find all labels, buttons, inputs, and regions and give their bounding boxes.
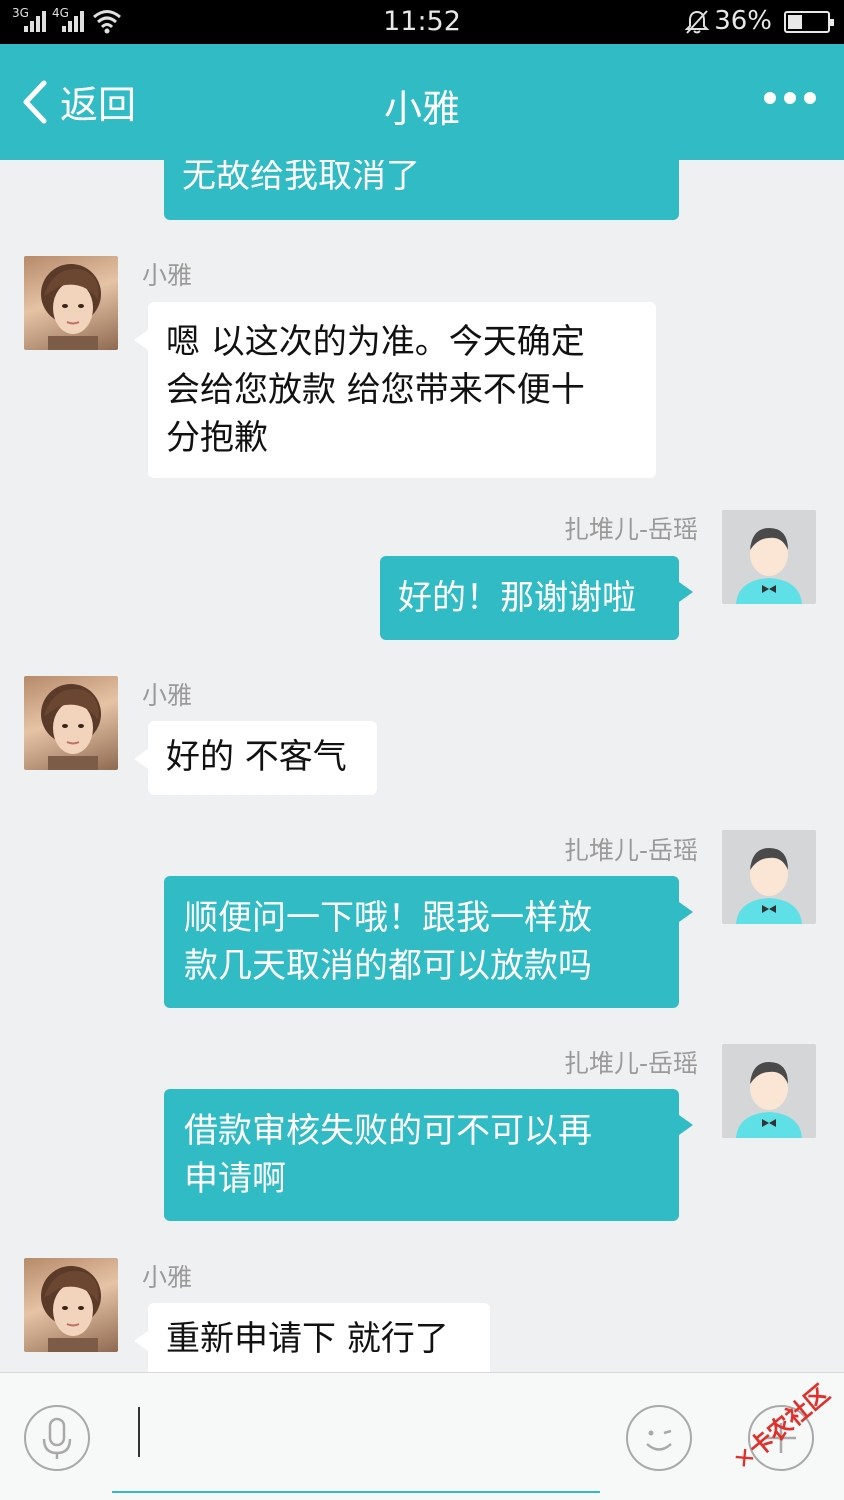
text-cursor — [138, 1407, 140, 1457]
input-bar — [0, 1372, 844, 1500]
avatar-contact[interactable] — [24, 256, 118, 350]
chat-area[interactable]: 无故给我取消了 小雅 嗯 以这次的为准。今天确定 会给您放款 给您带来不便十 分… — [0, 160, 844, 1372]
sender-name: 扎堆儿-岳瑶 — [563, 1049, 698, 1078]
message-bubble[interactable]: 嗯 以这次的为准。今天确定 会给您放款 给您带来不便十 分抱歉 — [134, 302, 656, 478]
message-line: 会给您放款 给您带来不便十 — [166, 370, 585, 410]
message-bubble[interactable]: 好的！那谢谢啦 — [380, 556, 693, 640]
page-title: 小雅 — [383, 87, 460, 131]
message-line: 好的！那谢谢啦 — [398, 578, 636, 618]
battery-percent: 36% — [714, 6, 772, 36]
message-line: 申请啊 — [184, 1159, 286, 1199]
message-bubble[interactable]: 好的 不客气 — [134, 721, 377, 795]
message-line: 嗯 以这次的为准。今天确定 — [166, 322, 585, 362]
avatar-self[interactable] — [722, 510, 816, 604]
message-bubble[interactable]: 顺便问一下哦！跟我一样放 款几天取消的都可以放款吗 — [164, 876, 693, 1008]
avatar-contact[interactable] — [24, 1258, 118, 1352]
sender-name: 小雅 — [142, 261, 193, 290]
message-line: 重新申请下 就行了 — [166, 1319, 449, 1359]
message-line: 顺便问一下哦！跟我一样放 — [184, 898, 592, 938]
smiley-icon — [646, 1429, 672, 1451]
sender-name: 小雅 — [142, 1263, 193, 1292]
status-bar: 3G 4G 11:52 36% — [0, 0, 844, 44]
message-text: 无故给我取消了 — [182, 160, 420, 196]
avatar-self[interactable] — [722, 1044, 816, 1138]
sender-name: 扎堆儿-岳瑶 — [563, 836, 698, 865]
message-line: 分抱歉 — [166, 418, 268, 458]
emoji-button[interactable] — [626, 1405, 692, 1471]
sender-name: 扎堆儿-岳瑶 — [563, 515, 698, 544]
message-input[interactable] — [112, 1397, 600, 1493]
bell-muted-icon — [684, 10, 710, 34]
voice-button[interactable] — [24, 1405, 90, 1471]
more-button[interactable] — [764, 92, 816, 104]
avatar-contact[interactable] — [24, 676, 118, 770]
message-line: 好的 不客气 — [166, 737, 347, 777]
message-bubble[interactable]: 借款审核失败的可不可以再 申请啊 — [164, 1089, 693, 1221]
message-line: 款几天取消的都可以放款吗 — [184, 946, 592, 986]
message-bubble[interactable]: 重新申请下 就行了 — [134, 1303, 490, 1372]
battery-icon — [784, 11, 834, 33]
nav-bar: 返回 小雅 — [0, 44, 844, 160]
message-line: 借款审核失败的可不可以再 — [184, 1111, 592, 1151]
avatar-self[interactable] — [722, 830, 816, 924]
microphone-icon — [42, 1417, 72, 1459]
message-bubble[interactable]: 无故给我取消了 — [164, 160, 679, 220]
sender-name: 小雅 — [142, 681, 193, 710]
more-dots-icon — [764, 92, 776, 104]
